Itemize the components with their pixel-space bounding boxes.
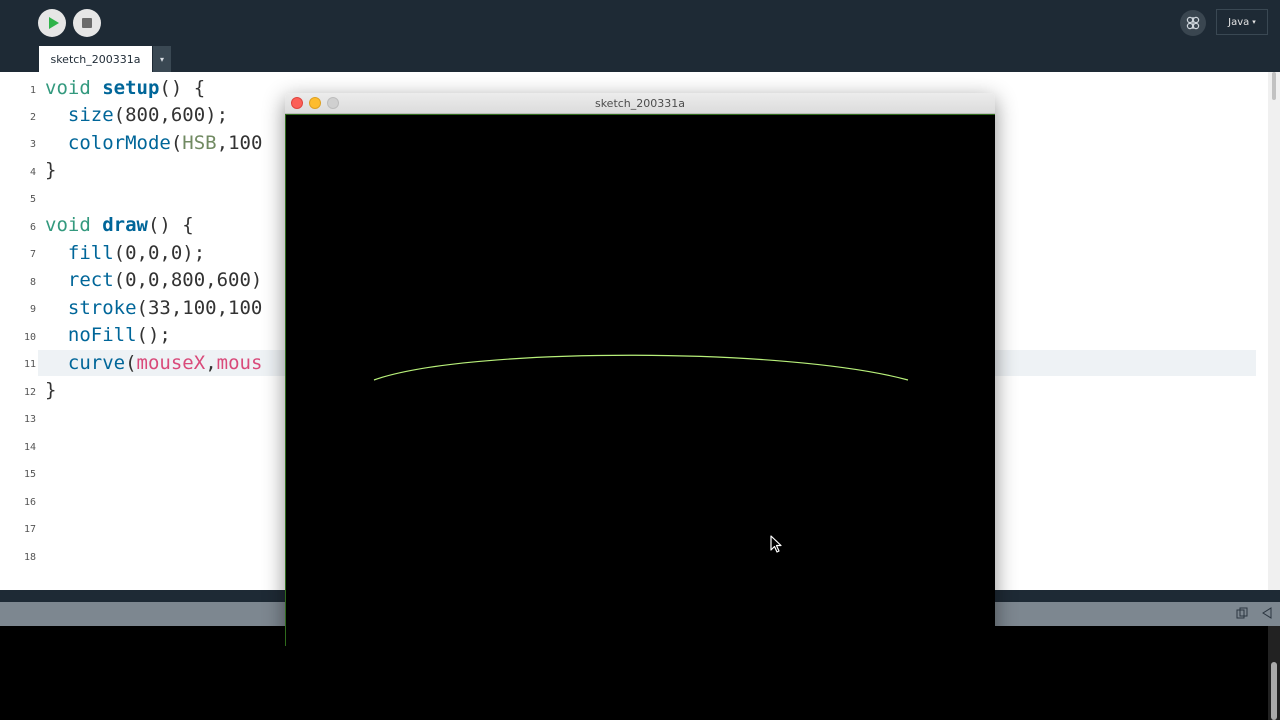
line-number: 17 xyxy=(23,524,36,535)
chevron-down-icon: ▾ xyxy=(1252,18,1256,26)
stop-button[interactable] xyxy=(73,9,101,37)
code-token: setup xyxy=(102,77,160,99)
editor-scrollbar-thumb[interactable] xyxy=(1272,72,1276,100)
code-token: noFill xyxy=(67,324,137,346)
code-token: ,100 xyxy=(216,132,263,154)
line-number: 1 xyxy=(29,85,36,96)
line-number: 4 xyxy=(29,167,36,178)
drawn-curve xyxy=(373,354,909,381)
line-number: 10 xyxy=(23,332,36,343)
code-token: void xyxy=(45,77,91,99)
sketch-window-titlebar[interactable]: sketch_200331a xyxy=(285,93,995,114)
code-line: curve(mouseX,mous xyxy=(45,351,263,375)
line-number: 7 xyxy=(29,249,36,260)
run-button[interactable] xyxy=(38,9,66,37)
code-token: mous xyxy=(216,352,263,374)
code-line: void draw() { xyxy=(45,213,194,237)
code-token: colorMode xyxy=(67,132,171,154)
debug-button[interactable] xyxy=(1180,10,1206,36)
code-token: () { xyxy=(159,77,206,99)
code-token: mouseX xyxy=(136,352,206,374)
minimize-window-button[interactable] xyxy=(309,97,321,109)
line-number: 15 xyxy=(23,469,36,480)
line-number: 3 xyxy=(29,139,36,150)
canvas-drawing xyxy=(373,354,909,381)
code-line: void setup() { xyxy=(45,76,205,100)
line-number: 18 xyxy=(23,552,36,563)
code-token: HSB xyxy=(182,132,217,154)
close-window-button[interactable] xyxy=(291,97,303,109)
code-token: () { xyxy=(147,214,194,236)
code-token: (33,100,100 xyxy=(136,297,263,319)
code-token: (0,0,800,600) xyxy=(113,269,263,291)
sketch-canvas[interactable] xyxy=(285,114,995,646)
line-number: 6 xyxy=(29,222,36,233)
line-number: 8 xyxy=(29,277,36,288)
code-line: fill(0,0,0); xyxy=(45,241,205,265)
line-number: 14 xyxy=(23,442,36,453)
line-number: 2 xyxy=(29,112,36,123)
collapse-icon[interactable] xyxy=(1262,607,1274,621)
code-token: (); xyxy=(136,324,171,346)
tab-bar: sketch_200331a ▾ xyxy=(0,46,1280,72)
mode-selector[interactable]: Java ▾ xyxy=(1216,9,1268,35)
sketch-window[interactable]: sketch_200331a xyxy=(285,93,995,646)
play-icon xyxy=(48,17,59,29)
line-number: 5 xyxy=(29,194,36,205)
code-token: ( xyxy=(125,352,137,374)
code-token: curve xyxy=(67,352,126,374)
code-token: size xyxy=(67,104,114,126)
line-number: 16 xyxy=(23,497,36,508)
tab-sketch[interactable]: sketch_200331a xyxy=(39,46,152,72)
debug-butterfly-icon xyxy=(1186,16,1200,30)
copy-icon-glyph xyxy=(1236,607,1248,619)
line-number: 9 xyxy=(29,304,36,315)
sketch-window-title: sketch_200331a xyxy=(594,97,686,110)
mouse-pointer-icon xyxy=(770,535,782,553)
code-line: colorMode(HSB,100 xyxy=(45,131,263,155)
toolbar: Java ▾ xyxy=(0,0,1280,46)
console-scrollbar-thumb[interactable] xyxy=(1271,662,1277,720)
code-token: (0,0,0); xyxy=(113,242,206,264)
code-token: , xyxy=(205,352,217,374)
code-line: stroke(33,100,100 xyxy=(45,296,262,320)
line-number-gutter: 1 2 3 4 5 6 7 8 9 10 11 12 13 14 15 16 1… xyxy=(0,72,38,590)
line-number: 13 xyxy=(23,414,36,425)
line-number: 11 xyxy=(23,359,36,370)
code-token: void xyxy=(45,214,91,236)
code-line: } xyxy=(45,379,57,401)
mode-label: Java xyxy=(1228,16,1250,28)
stop-icon xyxy=(82,18,92,28)
tab-menu-button[interactable]: ▾ xyxy=(153,46,171,72)
code-line: rect(0,0,800,600) xyxy=(45,268,262,292)
code-token: ( xyxy=(170,132,183,154)
code-line: noFill(); xyxy=(45,323,171,347)
code-line: size(800,600); xyxy=(45,103,228,127)
editor-scrollbar-track[interactable] xyxy=(1256,72,1268,590)
code-token: rect xyxy=(67,269,114,291)
copy-icon[interactable] xyxy=(1236,607,1250,621)
code-token: stroke xyxy=(67,297,137,319)
triangle-left-icon xyxy=(1262,607,1272,619)
code-token: (800,600); xyxy=(113,104,229,126)
window-edge xyxy=(1268,72,1280,590)
zoom-window-button[interactable] xyxy=(327,97,339,109)
line-number: 12 xyxy=(23,387,36,398)
code-line: } xyxy=(45,159,57,181)
code-token: fill xyxy=(67,242,114,264)
code-token: draw xyxy=(102,214,148,236)
